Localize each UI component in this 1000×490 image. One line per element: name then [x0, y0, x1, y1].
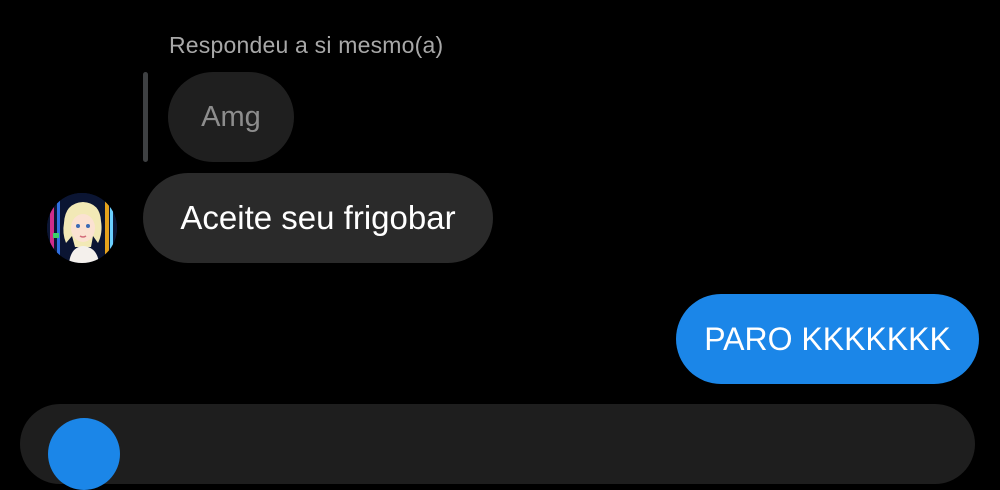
profile-avatar-icon[interactable]	[47, 193, 117, 263]
received-message-text: Aceite seu frigobar	[180, 199, 456, 236]
quoted-message-bubble[interactable]: Amg	[168, 72, 294, 162]
quoted-message-text: Amg	[201, 100, 261, 133]
sent-message-text: PARO KKKKKKK	[704, 320, 951, 357]
reply-context-label: Respondeu a si mesmo(a)	[169, 32, 444, 58]
sent-message-bubble[interactable]: PARO KKKKKKK	[676, 294, 979, 384]
reply-quote-bar	[143, 72, 148, 162]
avatar-illustration	[47, 193, 117, 263]
message-composer-bar[interactable]	[20, 404, 975, 484]
received-message-bubble[interactable]: Aceite seu frigobar	[143, 173, 493, 263]
